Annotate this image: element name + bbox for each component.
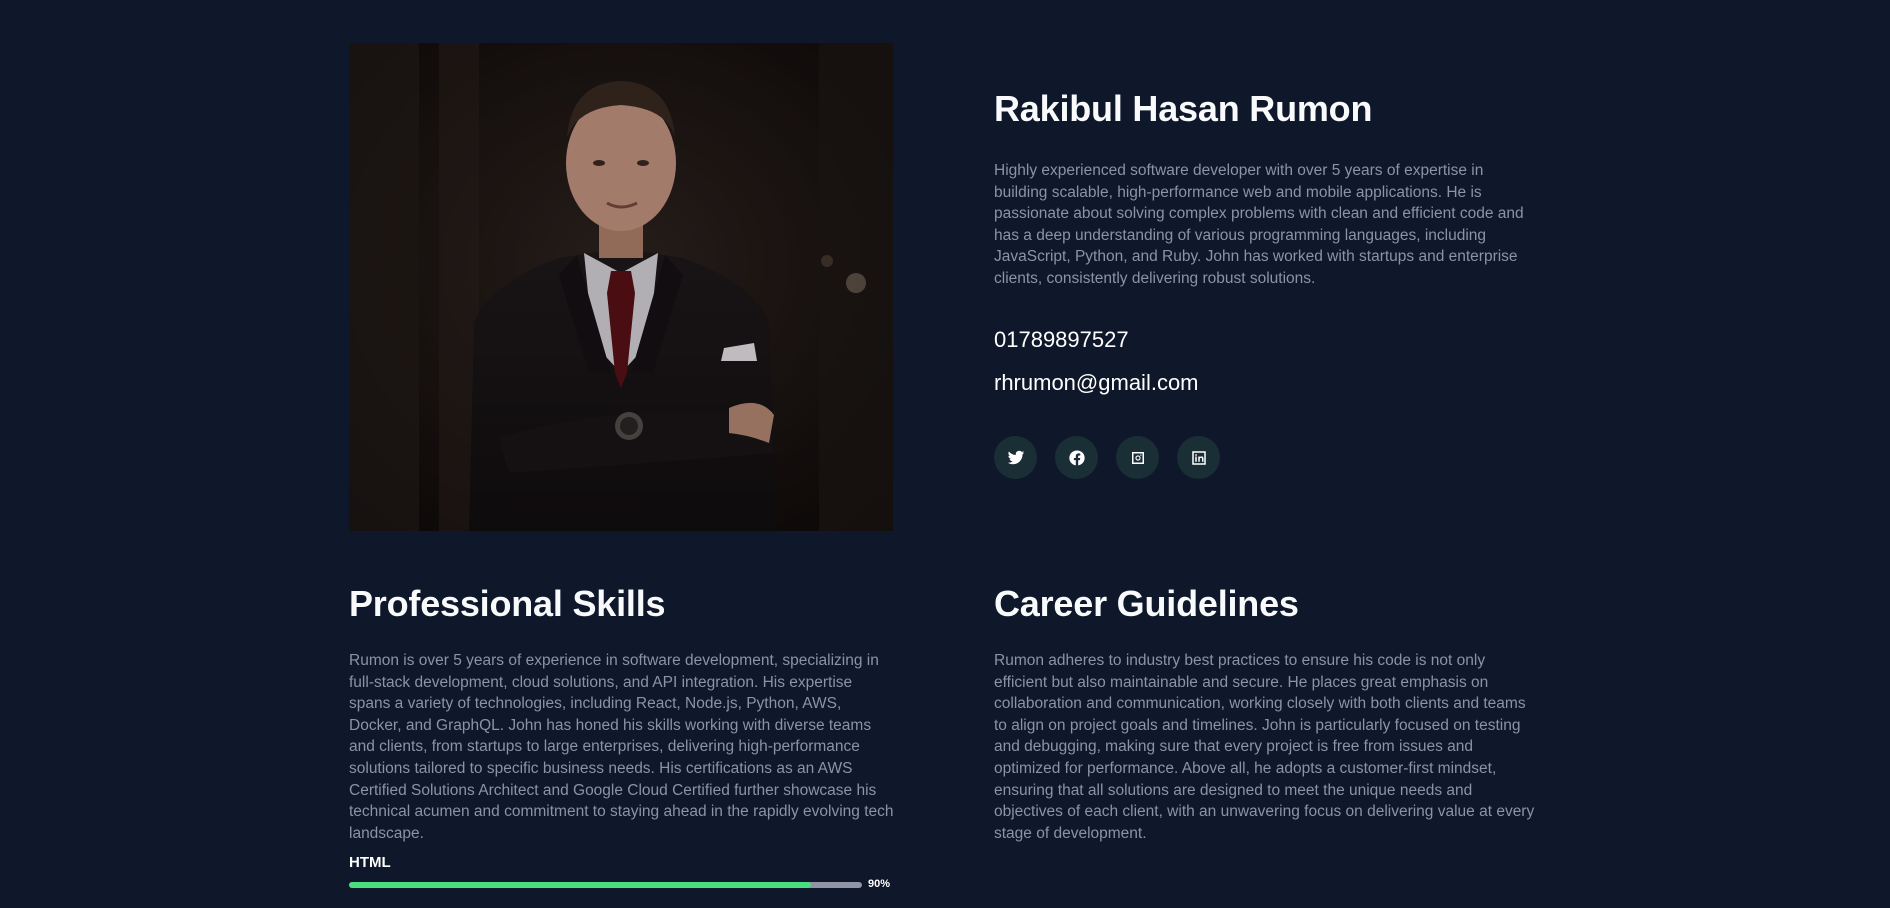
social-links: [994, 436, 1220, 479]
skills-section-text: Rumon is over 5 years of experience in s…: [349, 652, 894, 842]
email-address[interactable]: rhrumon@gmail.com: [994, 370, 1199, 396]
instagram-button[interactable]: [1116, 436, 1159, 479]
profile-name: Rakibul Hasan Rumon: [994, 88, 1373, 129]
instagram-icon: [1131, 451, 1144, 464]
person-portrait-image: [349, 43, 893, 531]
career-section-title: Career Guidelines: [994, 583, 1299, 624]
skills-section-title: Professional Skills: [349, 583, 666, 624]
skill-progress-fill: [349, 882, 811, 888]
linkedin-icon: [1191, 450, 1206, 465]
phone-number[interactable]: 01789897527: [994, 327, 1129, 353]
facebook-icon: [1068, 449, 1085, 465]
twitter-icon: [1007, 450, 1024, 464]
skill-percent-html: 90%: [868, 878, 891, 890]
linkedin-button[interactable]: [1177, 436, 1220, 479]
career-section-text: Rumon adheres to industry best practices…: [994, 652, 1535, 842]
profile-photo: [349, 43, 893, 531]
skill-label-html: HTML: [349, 854, 391, 871]
facebook-button[interactable]: [1055, 436, 1098, 479]
profile-bio: Highly experienced software developer wi…: [994, 162, 1524, 287]
skill-progress-track: [349, 882, 862, 888]
twitter-button[interactable]: [994, 436, 1037, 479]
